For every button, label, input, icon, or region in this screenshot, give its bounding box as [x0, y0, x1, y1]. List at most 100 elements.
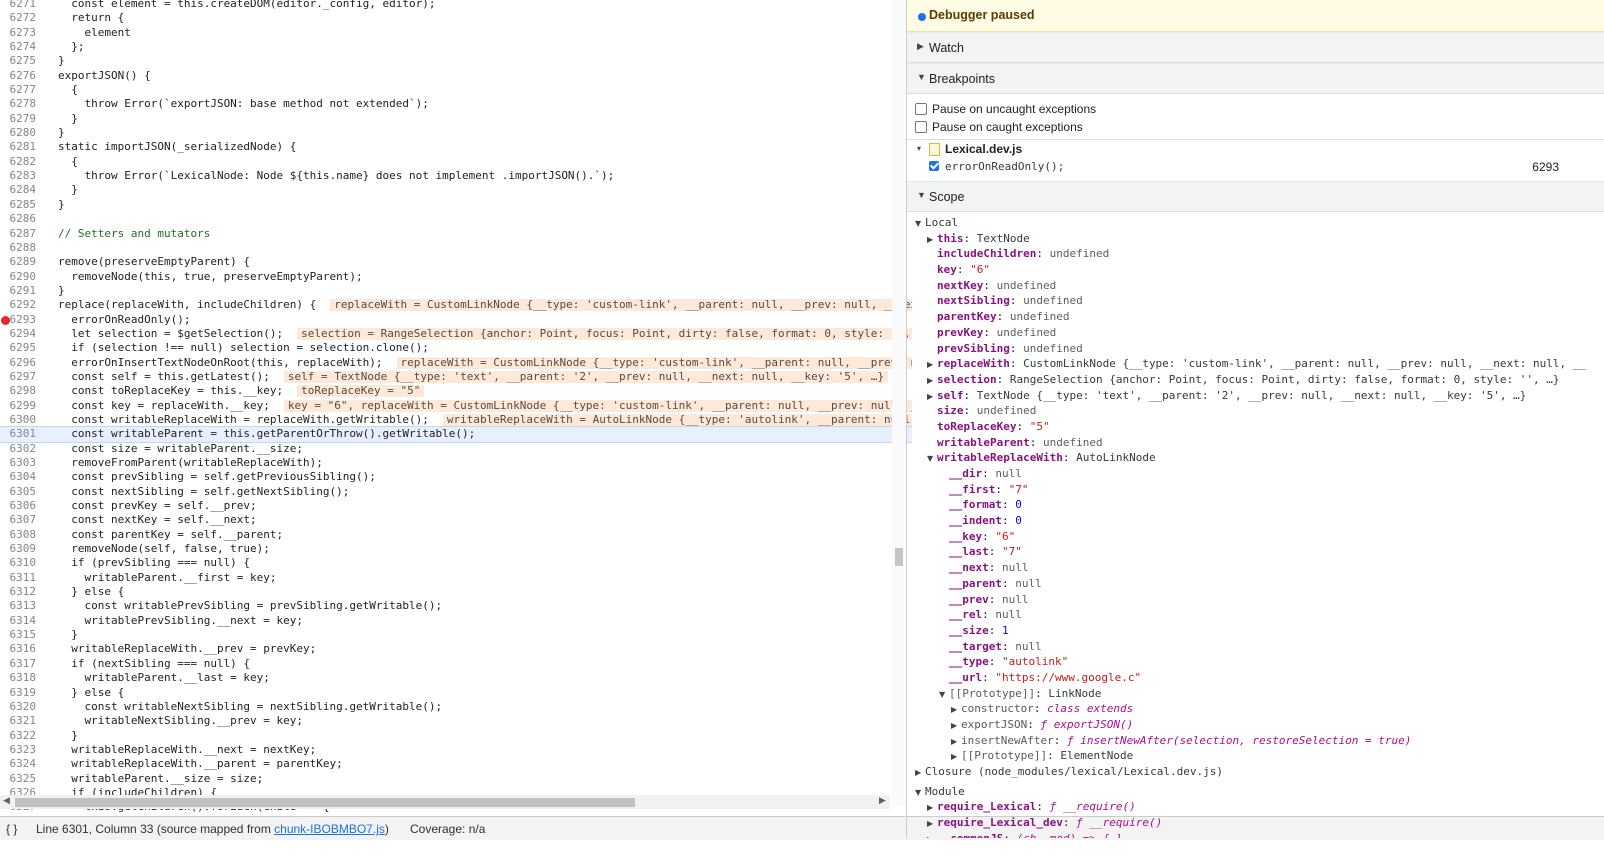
code-line[interactable]: 6282 { [0, 155, 912, 169]
line-number[interactable]: 6323 [0, 743, 38, 757]
code-line[interactable]: 6309 removeNode(self, false, true); [0, 542, 912, 556]
code-line[interactable]: 6304 const prevSibling = self.getPreviou… [0, 470, 912, 484]
line-number[interactable]: 6286 [0, 212, 38, 226]
collapse-triangle-icon[interactable]: ▼ [927, 451, 937, 466]
line-number[interactable]: 6287 [0, 227, 38, 241]
pause-uncaught-checkbox[interactable] [915, 103, 927, 115]
code-line[interactable]: 6297 const self = this.getLatest(); self … [0, 370, 912, 384]
scope-property[interactable]: ▶ selection: RangeSelection {anchor: Poin… [907, 372, 1604, 388]
line-number[interactable]: 6278 [0, 97, 38, 111]
line-number[interactable]: 6299 [0, 399, 38, 413]
line-number[interactable]: 6311 [0, 571, 38, 585]
scope-property[interactable]: ▶ constructor: class extends [907, 701, 1604, 717]
code-line[interactable]: 6278 throw Error(`exportJSON: base metho… [0, 97, 912, 111]
expand-triangle-icon[interactable]: ▶ [927, 389, 937, 404]
code-line[interactable]: 6283 throw Error(`LexicalNode: Node ${th… [0, 169, 912, 183]
code-line[interactable]: 6291} [0, 284, 912, 298]
line-number[interactable]: 6272 [0, 11, 38, 25]
breakpoints-pane-header[interactable]: ▼ Breakpoints [907, 63, 1604, 94]
scroll-left-arrow-icon[interactable]: ◀ [3, 796, 10, 806]
line-number[interactable]: 6308 [0, 528, 38, 542]
code-line[interactable]: 6316 writableReplaceWith.__prev = prevKe… [0, 642, 912, 656]
pause-caught-checkbox[interactable] [915, 121, 927, 133]
code-line[interactable]: 6285} [0, 198, 912, 212]
line-number[interactable]: 6275 [0, 54, 38, 68]
line-number[interactable]: 6314 [0, 614, 38, 628]
expand-triangle-icon[interactable]: ▶ [915, 765, 925, 780]
line-number[interactable]: 6309 [0, 542, 38, 556]
code-line[interactable]: 6298 const toReplaceKey = this.__key; toR… [0, 384, 912, 398]
line-number[interactable]: 6316 [0, 642, 38, 656]
code-line[interactable]: 6280} [0, 126, 912, 140]
expand-triangle-icon[interactable]: ▶ [951, 734, 961, 749]
line-number[interactable]: 6318 [0, 671, 38, 685]
code-line[interactable]: 6273 element [0, 26, 912, 40]
scope-property[interactable]: ▶ exportJSON: ƒ exportJSON() [907, 717, 1604, 733]
expand-triangle-icon[interactable]: ▶ [951, 702, 961, 717]
code-line[interactable]: 6272 return { [0, 11, 912, 25]
code-line[interactable]: 6296 errorOnInsertTextNodeOnRoot(this, r… [0, 356, 912, 370]
scroll-right-arrow-icon[interactable]: ▶ [879, 796, 886, 806]
line-number[interactable]: 6273 [0, 26, 38, 40]
line-number[interactable]: 6283 [0, 169, 38, 183]
editor-vertical-scrollbar[interactable] [892, 0, 906, 806]
line-number[interactable]: 6291 [0, 284, 38, 298]
line-number[interactable]: 6320 [0, 700, 38, 714]
line-number[interactable]: 6317 [0, 657, 38, 671]
scope-property[interactable]: ▶__commonJS: (cb, mod) => {…} [907, 831, 1604, 838]
expand-triangle-icon[interactable]: ▶ [927, 373, 937, 388]
source-map-link[interactable]: chunk-IBOBMBO7.js [274, 822, 385, 836]
scope-property[interactable]: ▶ replaceWith: CustomLinkNode {__type: 'c… [907, 356, 1604, 372]
line-number[interactable]: 6281 [0, 140, 38, 154]
line-number[interactable]: 6324 [0, 757, 38, 771]
editor-horizontal-scrollbar[interactable]: ◀ ▶ [0, 795, 890, 809]
scope-property[interactable]: ▶ self: TextNode {__type: 'text', __paren… [907, 388, 1604, 404]
scope-property[interactable]: ▶ [[Prototype]]: ElementNode [907, 748, 1604, 764]
breakpoint-item[interactable]: errorOnReadOnly(); 6293 [907, 158, 1604, 176]
scope-property[interactable]: ▼ writableReplaceWith: AutoLinkNode [907, 450, 1604, 466]
expand-triangle-icon[interactable]: ▶ [927, 832, 937, 838]
code-line[interactable]: 6302 const size = writableParent.__size; [0, 442, 912, 456]
code-line[interactable]: 6310 if (prevSibling === null) { [0, 556, 912, 570]
breakpoint-file-group[interactable]: ▾ Lexical.dev.js [907, 139, 1604, 158]
code-line[interactable]: 6321 writableNextSibling.__prev = key; [0, 714, 912, 728]
code-line[interactable]: 6311 writableParent.__first = key; [0, 571, 912, 585]
code-line[interactable]: 6317 if (nextSibling === null) { [0, 657, 912, 671]
expand-triangle-icon[interactable]: ▶ [951, 718, 961, 733]
line-number[interactable]: 6298 [0, 384, 38, 398]
line-number[interactable]: 6296 [0, 356, 38, 370]
line-number[interactable]: 6274 [0, 40, 38, 54]
line-number[interactable]: 6301 [0, 427, 38, 441]
line-number[interactable]: 6302 [0, 442, 38, 456]
code-line[interactable]: 6271 const element = this.createDOM(edit… [0, 0, 912, 11]
line-number[interactable]: 6325 [0, 772, 38, 786]
line-number[interactable]: 6306 [0, 499, 38, 513]
collapse-triangle-icon[interactable]: ▼ [915, 785, 925, 800]
expand-triangle-icon[interactable]: ▶ [927, 816, 937, 831]
breakpoint-enabled-checkbox[interactable] [929, 161, 939, 171]
line-number[interactable]: 6289 [0, 255, 38, 269]
line-number[interactable]: 6312 [0, 585, 38, 599]
line-number[interactable]: 6322 [0, 729, 38, 743]
code-line[interactable]: 6275} [0, 54, 912, 68]
line-number[interactable]: 6303 [0, 456, 38, 470]
line-number[interactable]: 6295 [0, 341, 38, 355]
editor-vertical-scroll-thumb[interactable] [895, 548, 903, 566]
scope-section[interactable]: ▼ Module [907, 784, 1604, 800]
scope-pane-header[interactable]: ▼ Scope [907, 181, 1604, 212]
breakpoint-marker-icon[interactable] [1, 315, 10, 325]
line-number[interactable]: 6279 [0, 112, 38, 126]
line-number[interactable]: 6284 [0, 183, 38, 197]
code-line[interactable]: 6281 static importJSON(_serializedNode) { [0, 140, 912, 154]
code-line[interactable]: 6286 [0, 212, 912, 226]
expand-triangle-icon[interactable]: ▶ [927, 357, 937, 372]
line-number[interactable]: 6304 [0, 470, 38, 484]
code-line[interactable]: 6323 writableReplaceWith.__next = nextKe… [0, 743, 912, 757]
scope-property[interactable]: ▶ insertNewAfter: ƒ insertNewAfter(select… [907, 733, 1604, 749]
code-line[interactable]: 6325 writableParent.__size = size; [0, 772, 912, 786]
code-line[interactable]: 6279 } [0, 112, 912, 126]
line-number[interactable]: 6271 [0, 0, 38, 11]
line-number[interactable]: 6319 [0, 686, 38, 700]
editor-horizontal-scroll-thumb[interactable] [15, 798, 635, 807]
source-editor[interactable]: 6271 const element = this.createDOM(edit… [0, 0, 912, 838]
